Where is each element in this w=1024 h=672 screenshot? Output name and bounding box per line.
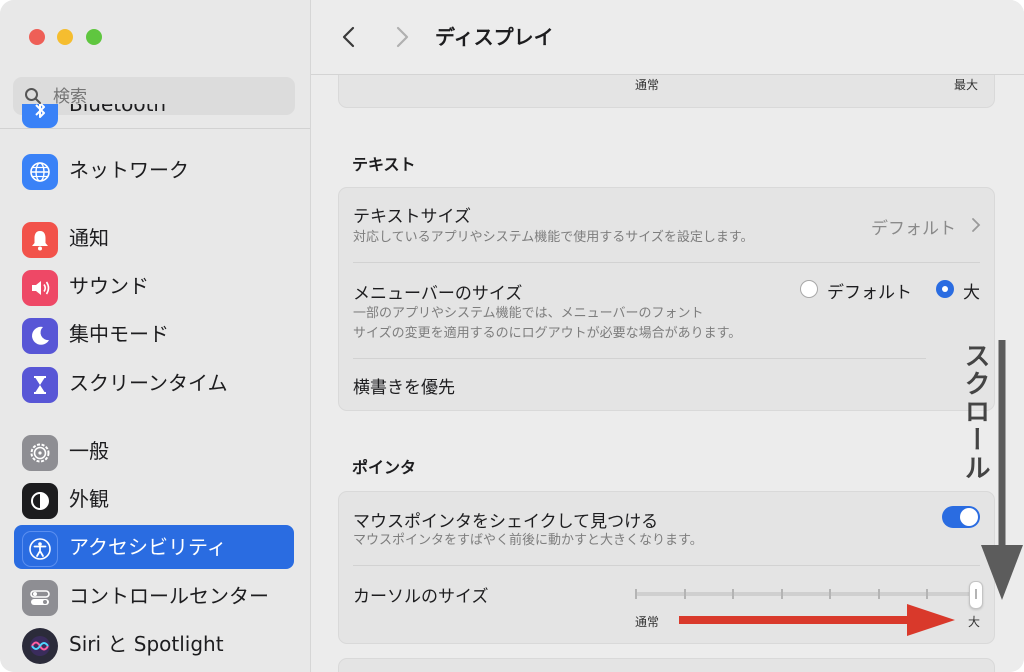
slider-tick (732, 589, 735, 599)
row-divider (353, 565, 980, 566)
appearance-icon (22, 483, 58, 519)
text-size-subtitle: 対応しているアプリやシステム機能で使用するサイズを設定します。 (353, 230, 754, 245)
bluetooth-icon (22, 104, 58, 128)
sidebar-item-notifications[interactable]: 通知 (14, 216, 294, 260)
moon-icon (22, 318, 58, 354)
menubar-radio-default-label: デフォルト (827, 283, 912, 303)
search-icon (25, 88, 41, 104)
sidebar-item-accessibility[interactable]: アクセシビリティ (14, 525, 294, 569)
scroll-annotation-text: スクロール (960, 342, 990, 482)
siri-icon (22, 628, 58, 664)
minimize-window-button[interactable] (57, 29, 73, 45)
prefer-horizontal-title: 横書きを優先 (353, 378, 455, 398)
sidebar-item-label: 一般 (69, 439, 109, 463)
toggle-knob (960, 508, 978, 526)
shake-to-locate-toggle[interactable] (942, 506, 980, 528)
sidebar-item-label: ネットワーク (69, 158, 189, 182)
sidebar-item-label: 通知 (69, 226, 109, 250)
section-title-pointer: ポインタ (352, 458, 417, 477)
menubar-size-title: メニューバーのサイズ (353, 284, 523, 304)
slider-tick (877, 589, 880, 599)
sidebar-item-general[interactable]: 一般 (14, 429, 294, 473)
row-divider (353, 262, 980, 263)
sidebar-item-focus[interactable]: 集中モード (14, 312, 294, 356)
hourglass-icon (22, 367, 58, 403)
page-title: ディスプレイ (435, 25, 554, 49)
next-card (338, 658, 995, 672)
forward-button[interactable] (390, 24, 414, 50)
sidebar-item-bluetooth[interactable]: Bluetooth (14, 104, 294, 128)
text-size-value: デフォルト (871, 219, 956, 239)
sidebar: Bluetooth ネットワーク 通知 サウンド 集中モード (0, 0, 311, 672)
sidebar-item-label: コントロールセンター (69, 584, 269, 608)
gear-icon (22, 435, 58, 471)
menubar-radio-default[interactable] (800, 280, 818, 298)
settings-window: Bluetooth ネットワーク 通知 サウンド 集中モード (0, 0, 1024, 672)
control-center-icon (22, 580, 58, 616)
sidebar-item-label: アクセシビリティ (69, 535, 227, 559)
cursor-size-title: カーソルのサイズ (353, 587, 489, 607)
sidebar-divider (0, 128, 310, 129)
sidebar-item-siri-spotlight[interactable]: Siri と Spotlight (14, 622, 294, 666)
scale-min-label: 通常 (635, 78, 660, 92)
close-window-button[interactable] (29, 29, 45, 45)
sidebar-item-label: Siri と Spotlight (69, 632, 224, 656)
sidebar-item-appearance[interactable]: 外観 (14, 477, 294, 521)
shake-to-locate-subtitle: マウスポインタをすばやく前後に動かすと大きくなります。 (353, 533, 703, 548)
scale-max-label: 最大 (954, 78, 979, 92)
sidebar-item-control-center[interactable]: コントロールセンター (14, 574, 294, 618)
sidebar-item-label: 外観 (69, 487, 109, 511)
slider-tick (829, 589, 832, 599)
maximize-window-button[interactable] (86, 29, 102, 45)
globe-icon (22, 154, 58, 190)
sidebar-item-screen-time[interactable]: スクリーンタイム (14, 361, 294, 405)
section-title-text: テキスト (352, 155, 416, 174)
cursor-size-slider-track[interactable] (636, 592, 976, 596)
sidebar-item-label: サウンド (69, 274, 149, 298)
accessibility-icon (22, 531, 58, 567)
slider-tick (926, 589, 929, 599)
red-right-arrow (679, 604, 955, 636)
main-pane: ディスプレイ 通常 最大 テキスト テキストサイズ 対応しているアプリやシステム… (311, 0, 1024, 672)
cursor-size-min-label: 通常 (635, 615, 660, 629)
sidebar-item-label: スクリーンタイム (69, 371, 228, 395)
sidebar-item-network[interactable]: ネットワーク (14, 148, 294, 192)
back-button[interactable] (337, 24, 361, 50)
sidebar-item-label: Bluetooth (69, 104, 167, 116)
text-size-row[interactable]: テキストサイズ 対応しているアプリやシステム機能で使用するサイズを設定します。 … (339, 188, 994, 262)
sidebar-item-label: 集中モード (69, 322, 169, 346)
slider-tick (635, 589, 637, 599)
text-card: テキストサイズ 対応しているアプリやシステム機能で使用するサイズを設定します。 … (338, 187, 995, 411)
sidebar-item-sound[interactable]: サウンド (14, 264, 294, 308)
bell-icon (22, 222, 58, 258)
menubar-radio-large[interactable] (936, 280, 954, 298)
row-divider (353, 358, 926, 359)
speaker-icon (22, 270, 58, 306)
chevron-right-icon (972, 218, 981, 232)
text-size-title: テキストサイズ (353, 207, 471, 227)
toolbar: ディスプレイ (311, 0, 1024, 75)
slider-tick (780, 589, 783, 599)
cursor-size-max-label: 大 (968, 615, 981, 629)
menubar-size-subtitle-2: サイズの変更を適用するのにログアウトが必要な場合があります。 (353, 326, 742, 341)
slider-tick (683, 589, 686, 599)
menubar-radio-large-label: 大 (963, 283, 980, 303)
